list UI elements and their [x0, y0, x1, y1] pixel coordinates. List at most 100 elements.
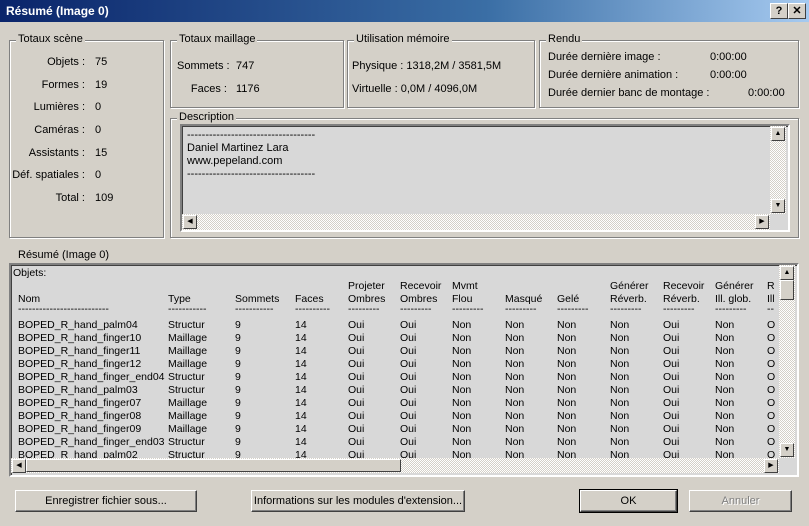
table-cell: Non — [452, 358, 472, 370]
summary-vscroll-thumb[interactable] — [780, 280, 794, 300]
close-button[interactable]: ✕ — [788, 3, 806, 19]
summary-hscroll[interactable]: ◀ ▶ — [11, 458, 779, 473]
table-cell: 14 — [295, 345, 307, 357]
description-vscroll[interactable]: ▲ ▼ — [770, 126, 786, 214]
table-cell: Oui — [663, 397, 680, 409]
table-cell: Non — [610, 423, 630, 435]
summary-vscroll[interactable]: ▲ ▼ — [779, 265, 795, 458]
table-cell: 14 — [295, 436, 307, 448]
table-cell: BOPED_R_hand_palm04 — [18, 319, 138, 331]
table-cell: Structur — [168, 371, 205, 383]
column-separator: ----------- — [168, 303, 207, 315]
scroll-right-icon[interactable]: ▶ — [755, 215, 769, 229]
scroll-right-icon[interactable]: ▶ — [764, 459, 778, 473]
table-cell: Non — [505, 332, 525, 344]
table-cell: 9 — [235, 397, 241, 409]
table-cell: Non — [505, 358, 525, 370]
plugin-info-button[interactable]: Informations sur les modules d'extension… — [251, 490, 465, 512]
table-cell: Oui — [348, 371, 365, 383]
last-bench-value: 0:00:00 — [748, 87, 785, 99]
table-cell: Oui — [400, 371, 417, 383]
table-cell: Non — [557, 319, 577, 331]
column-separator: --------- — [505, 303, 537, 315]
table-cell: Structur — [168, 319, 205, 331]
summary-list[interactable]: Objets: Nom -------------------------- Typ… — [9, 263, 799, 477]
scroll-down-icon[interactable]: ▼ — [780, 443, 794, 457]
table-cell: Non — [452, 436, 472, 448]
memory-title: Utilisation mémoire — [354, 33, 452, 45]
table-cell: Non — [452, 410, 472, 422]
table-cell: BOPED_R_hand_finger12 — [18, 358, 142, 370]
scene-total-value: 75 — [95, 56, 108, 68]
table-cell: 14 — [295, 410, 307, 422]
description-textarea[interactable]: ----------------------------------- Dani… — [180, 124, 790, 232]
description-line: ----------------------------------- — [187, 168, 316, 180]
column-header: Générer — [610, 280, 649, 292]
ok-button[interactable]: OK — [579, 489, 678, 513]
scene-totals-group: Totaux scène Objets : 75 Formes : 19 Lumière… — [9, 33, 164, 238]
table-cell: Non — [505, 345, 525, 357]
table-cell: O — [767, 332, 776, 344]
table-cell: Oui — [400, 345, 417, 357]
cancel-button[interactable]: Annuler — [689, 490, 792, 512]
table-cell: Oui — [663, 319, 680, 331]
table-cell: Non — [505, 371, 525, 383]
mesh-totals-title: Totaux maillage — [177, 33, 258, 45]
table-cell: O — [767, 410, 776, 422]
window-title: Résumé (Image 0) — [6, 4, 109, 18]
description-hscroll[interactable]: ◀ ▶ — [182, 214, 770, 230]
mesh-totals-group: Totaux maillage Sommets : 747 Faces : 11… — [170, 33, 344, 108]
virtual-memory: Virtuelle : 0,0M / 4096,0M — [352, 83, 478, 95]
scroll-down-icon[interactable]: ▼ — [771, 199, 785, 213]
table-cell: Non — [505, 319, 525, 331]
table-cell: Oui — [348, 345, 365, 357]
scroll-up-icon[interactable]: ▲ — [780, 266, 794, 280]
last-frame-label: Durée dernière image : — [548, 51, 661, 63]
table-cell: Non — [505, 384, 525, 396]
table-cell: 9 — [235, 358, 241, 370]
faces-label: Faces : — [190, 83, 227, 95]
column-header: Recevoir — [400, 280, 442, 292]
table-cell: Maillage — [168, 358, 208, 370]
table-cell: 9 — [235, 410, 241, 422]
objects-section-label: Objets: — [13, 267, 47, 279]
save-file-as-button[interactable]: Enregistrer fichier sous... — [15, 490, 197, 512]
column-header: Projeter — [348, 280, 385, 292]
table-cell: Oui — [400, 423, 417, 435]
vertices-value: 747 — [236, 60, 255, 72]
table-cell: BOPED_R_hand_finger_end03 — [18, 436, 165, 448]
table-cell: 14 — [295, 358, 307, 370]
table-cell: Oui — [400, 319, 417, 331]
summary-hscroll-thumb[interactable] — [26, 459, 401, 472]
table-cell: 9 — [235, 345, 241, 357]
description-line: ----------------------------------- — [187, 129, 316, 141]
scroll-left-icon[interactable]: ◀ — [12, 459, 26, 473]
table-cell: Oui — [348, 397, 365, 409]
scroll-left-icon[interactable]: ◀ — [183, 215, 197, 229]
table-cell: Non — [557, 384, 577, 396]
table-cell: Non — [557, 345, 577, 357]
table-cell: Non — [715, 397, 735, 409]
table-cell: BOPED_R_hand_finger_end04 — [18, 371, 165, 383]
scene-total-value: 0 — [95, 101, 102, 113]
table-cell: Maillage — [168, 423, 208, 435]
column-header: Générer — [715, 280, 754, 292]
scene-total-value: 19 — [95, 79, 108, 91]
table-cell: Non — [715, 332, 735, 344]
table-cell: Oui — [348, 332, 365, 344]
scene-total-value: 15 — [95, 147, 108, 159]
table-cell: BOPED_R_hand_finger07 — [18, 397, 142, 409]
table-cell: Non — [715, 358, 735, 370]
column-header: Recevoir — [663, 280, 705, 292]
table-cell: O — [767, 436, 776, 448]
table-cell: Oui — [348, 358, 365, 370]
table-cell: Oui — [400, 397, 417, 409]
scroll-up-icon[interactable]: ▲ — [771, 127, 785, 141]
table-cell: Non — [610, 358, 630, 370]
help-button[interactable]: ? — [770, 3, 788, 19]
last-animation-label: Durée dernière animation : — [548, 69, 679, 81]
render-group: Rendu Durée dernière image : 0:00:00 Dur… — [539, 33, 799, 108]
table-cell: Non — [610, 319, 630, 331]
table-cell: Maillage — [168, 332, 208, 344]
table-cell: Non — [557, 397, 577, 409]
